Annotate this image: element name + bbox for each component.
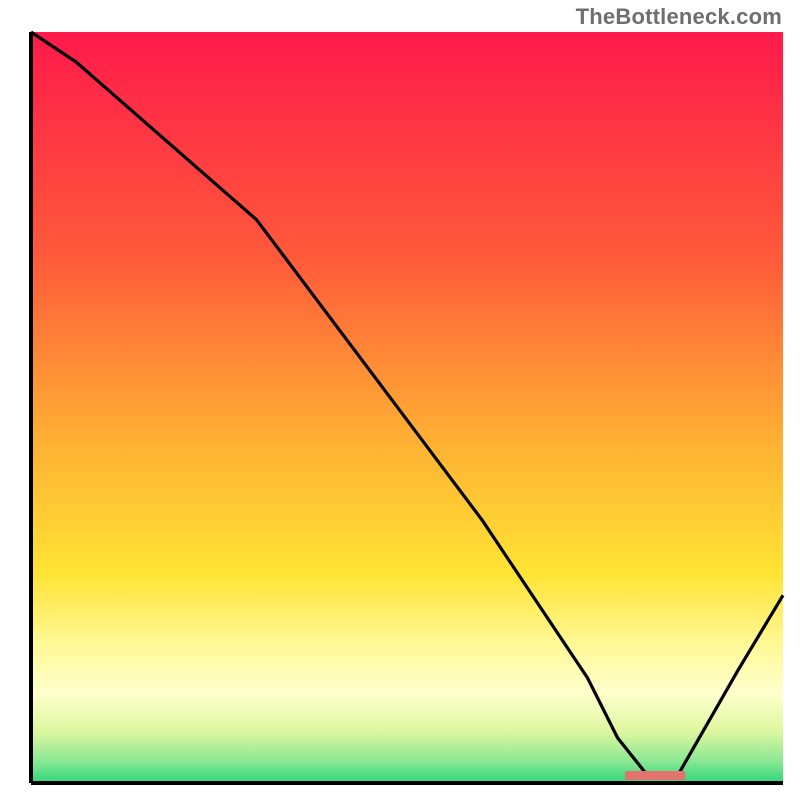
- chart-root: TheBottleneck.com: [0, 0, 800, 800]
- bottleneck-chart: [0, 0, 800, 800]
- optimal-range-marker: [625, 771, 685, 780]
- plot-background: [31, 32, 783, 783]
